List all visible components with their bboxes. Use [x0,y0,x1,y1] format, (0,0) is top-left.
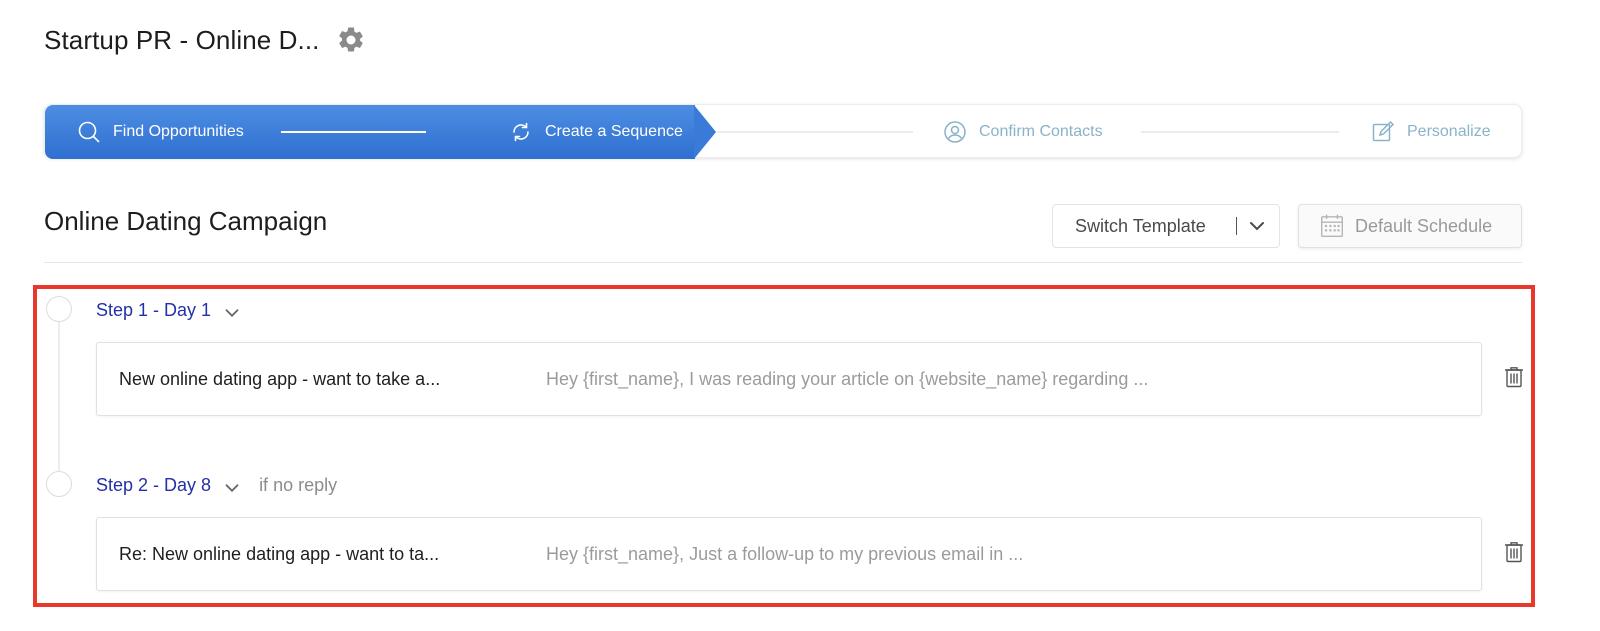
page: Startup PR - Online D... Find Opportunit… [0,0,1600,631]
stepper-step-find-opportunities[interactable]: Find Opportunities [77,105,244,159]
highlight-box [33,285,1535,607]
stepper-connector [281,131,426,133]
stepper-connector [1141,131,1339,133]
chevron-down-icon[interactable] [1245,214,1269,238]
default-schedule-label: Default Schedule [1355,215,1493,236]
divider [44,262,1522,263]
stepper-step-create-sequence[interactable]: Create a Sequence [509,105,683,159]
title-row: Startup PR - Online D... [44,20,366,60]
campaign-title: Online Dating Campaign [44,206,328,236]
search-icon [77,120,101,144]
page-title: Startup PR - Online D... [44,24,320,55]
stepper-step-label: Confirm Contacts [979,123,1103,140]
stepper-connector [717,131,913,133]
stepper-step-personalize[interactable]: Personalize [1371,105,1491,159]
stepper-step-label: Create a Sequence [545,123,683,140]
edit-icon [1371,120,1395,144]
stepper-step-confirm-contacts[interactable]: Confirm Contacts [943,105,1103,159]
dropdown-divider [1236,217,1237,235]
stepper-active-arrow [694,105,716,159]
switch-template-label: Switch Template [1075,215,1206,236]
gear-icon[interactable] [336,25,366,55]
calendar-icon [1319,213,1345,239]
switch-template-dropdown[interactable]: Switch Template [1052,204,1280,248]
default-schedule-button[interactable]: Default Schedule [1298,204,1522,248]
user-circle-icon [943,120,967,144]
progress-stepper: Find Opportunities Create a Sequence Con… [44,104,1522,159]
stepper-step-label: Find Opportunities [113,123,244,140]
refresh-icon [509,120,533,144]
stepper-step-label: Personalize [1407,123,1491,140]
